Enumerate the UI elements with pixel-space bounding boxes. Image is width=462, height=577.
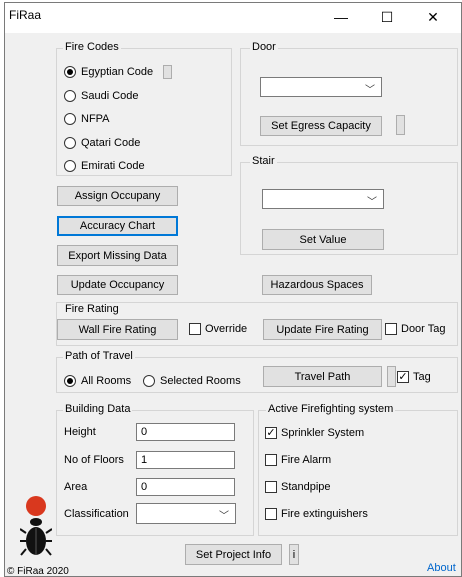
radio-nfpa-label: NFPA [81,113,110,125]
stair-select[interactable]: ﹀ [262,189,384,209]
egress-extra-button[interactable] [396,115,405,135]
copyright-text: © FiRaa 2020 [7,566,69,577]
path-of-travel-label: Path of Travel [63,350,135,362]
radio-egyptian-code[interactable]: Egyptian Code [64,66,174,80]
update-fire-rating-button[interactable]: Update Fire Rating [263,319,382,340]
fire-alarm-label: Fire Alarm [281,454,332,466]
close-button[interactable]: ✕ [410,3,456,31]
override-checkbox[interactable]: Override [189,323,251,337]
fire-codes-label: Fire Codes [63,41,121,53]
fire-alarm-checkbox[interactable]: Fire Alarm [265,454,405,468]
scarab-logo-icon [19,496,53,556]
hazardous-spaces-button[interactable]: Hazardous Spaces [262,275,372,295]
radio-all-rooms-circle[interactable] [64,375,76,387]
fire-alarm-checkbox-box[interactable] [265,454,277,466]
radio-selected-rooms-label: Selected Rooms [160,375,241,387]
door-tag-checkbox[interactable]: Door Tag [385,323,455,337]
door-tag-checkbox-box[interactable] [385,323,397,335]
update-occupancy-button[interactable]: Update Occupancy [57,275,178,295]
export-missing-data-button[interactable]: Export Missing Data [57,245,178,266]
maximize-button[interactable]: ☐ [364,3,410,31]
chevron-down-icon: ﹀ [219,511,229,522]
radio-all-rooms[interactable]: All Rooms [64,375,134,389]
about-link[interactable]: About [427,562,456,574]
floors-label: No of Floors [64,454,124,466]
radio-nfpa[interactable]: NFPA [64,113,174,127]
radio-selected-rooms[interactable]: Selected Rooms [143,375,243,389]
window-title: FiRaa [9,8,42,22]
sprinkler-system-label: Sprinkler System [281,427,365,439]
radio-saudi-code-circle[interactable] [64,90,76,102]
wall-fire-rating-button[interactable]: Wall Fire Rating [57,319,178,340]
radio-egyptian-code-circle[interactable] [64,66,76,78]
door-tag-checkbox-label: Door Tag [401,323,446,335]
fire-extinguishers-label: Fire extinguishers [281,508,368,520]
accuracy-chart-button[interactable]: Accuracy Chart [57,216,178,236]
set-egress-capacity-button[interactable]: Set Egress Capacity [260,116,382,136]
classification-label: Classification [64,508,129,520]
minimize-button[interactable]: — [318,3,364,31]
radio-saudi-code[interactable]: Saudi Code [64,90,174,104]
standpipe-label: Standpipe [281,481,331,493]
door-select[interactable]: ﹀ [260,77,382,97]
radio-qatari-code-label: Qatari Code [81,137,141,149]
building-data-label: Building Data [63,403,133,415]
fire-extinguishers-checkbox-box[interactable] [265,508,277,520]
area-input[interactable]: 0 [136,478,235,496]
radio-saudi-code-label: Saudi Code [81,90,139,102]
travel-path-extra-button[interactable] [387,366,396,387]
fire-extinguishers-checkbox[interactable]: Fire extinguishers [265,508,405,522]
radio-egyptian-code-label: Egyptian Code [81,66,154,78]
tag-checkbox-label: Tag [413,371,431,383]
sprinkler-system-checkbox-box[interactable]: ✓ [265,427,277,439]
radio-emirati-code-label: Emirati Code [81,160,145,172]
set-project-info-button[interactable]: Set Project Info [185,544,282,565]
radio-qatari-code[interactable]: Qatari Code [64,137,174,151]
tag-checkbox[interactable]: ✓ Tag [397,371,437,385]
floors-input[interactable]: 1 [136,451,235,469]
info-button[interactable]: i [289,544,299,565]
override-checkbox-label: Override [205,323,248,335]
area-label: Area [64,481,88,493]
radio-selected-rooms-circle[interactable] [143,375,155,387]
stair-label: Stair [250,155,277,167]
radio-all-rooms-label: All Rooms [81,375,132,387]
radio-nfpa-circle[interactable] [64,113,76,125]
chevron-down-icon: ﹀ [367,197,377,208]
assign-occupancy-button[interactable]: Assign Occupany [57,186,178,206]
chevron-down-icon: ﹀ [365,85,375,96]
tag-checkbox-box[interactable]: ✓ [397,371,409,383]
standpipe-checkbox[interactable]: Standpipe [265,481,405,495]
classification-select[interactable]: ﹀ [136,503,236,524]
height-input[interactable]: 0 [136,423,235,441]
firaa-logo [19,495,53,567]
radio-emirati-code-circle[interactable] [64,160,76,172]
firefighting-label: Active Firefighting system [266,403,396,415]
sprinkler-system-checkbox[interactable]: ✓ Sprinkler System [265,427,405,441]
radio-qatari-code-circle[interactable] [64,137,76,149]
door-label: Door [250,41,278,53]
override-checkbox-box[interactable] [189,323,201,335]
set-value-button[interactable]: Set Value [262,229,384,250]
height-label: Height [64,426,96,438]
egyptian-code-option-button[interactable] [163,65,172,79]
travel-path-button[interactable]: Travel Path [263,366,382,387]
standpipe-checkbox-box[interactable] [265,481,277,493]
radio-emirati-code[interactable]: Emirati Code [64,160,174,174]
fire-rating-label: Fire Rating [63,303,121,315]
